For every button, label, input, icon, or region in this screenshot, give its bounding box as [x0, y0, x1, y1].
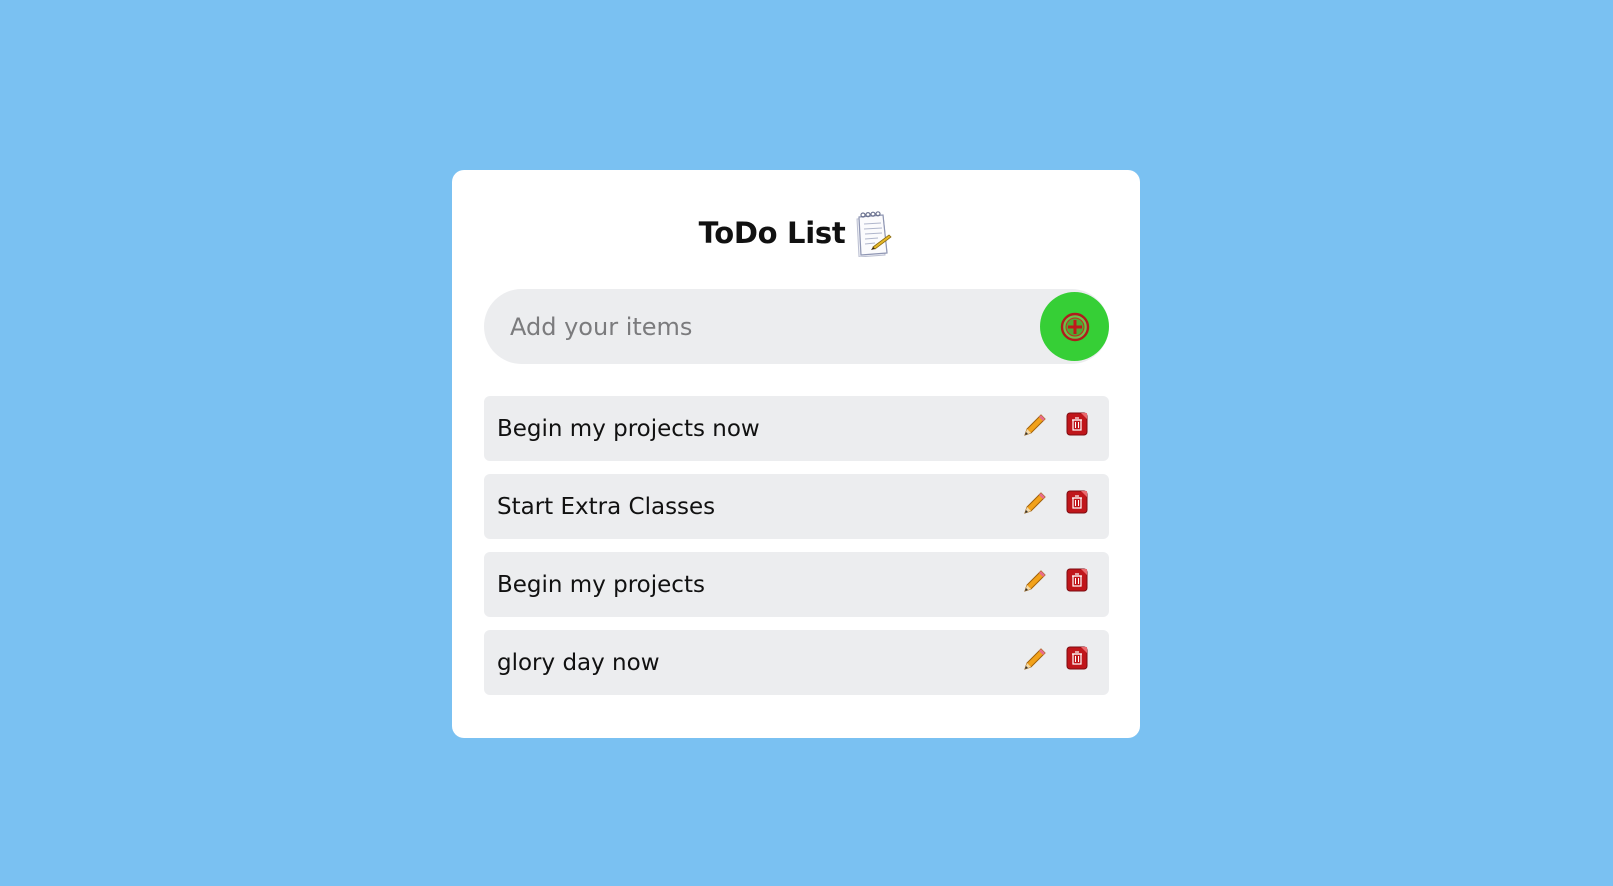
delete-button[interactable]: [1064, 488, 1090, 516]
add-circle-icon: [1060, 312, 1090, 342]
edit-button[interactable]: [1020, 412, 1048, 440]
trash-icon: [1065, 567, 1089, 593]
item-label: glory day now: [497, 649, 660, 676]
trash-icon: [1065, 645, 1089, 671]
delete-button[interactable]: [1064, 410, 1090, 438]
pencil-icon: [1021, 413, 1047, 439]
edit-button[interactable]: [1020, 568, 1048, 596]
page-title: ToDo List: [698, 216, 846, 250]
pencil-icon: [1021, 491, 1047, 517]
trash-icon: [1065, 411, 1089, 437]
delete-button[interactable]: [1064, 566, 1090, 594]
add-item-bar: [484, 289, 1109, 364]
add-item-button[interactable]: [1040, 292, 1109, 361]
list-item: glory day now: [484, 630, 1109, 695]
item-label: Start Extra Classes: [497, 493, 716, 520]
pencil-icon: [1021, 647, 1047, 673]
list-item: Begin my projects: [484, 552, 1109, 617]
delete-button[interactable]: [1064, 644, 1090, 672]
list-item: Begin my projects now: [484, 396, 1109, 461]
header: ToDo List: [452, 208, 1140, 258]
notepad-icon: [853, 209, 893, 258]
edit-button[interactable]: [1020, 646, 1048, 674]
list-item: Start Extra Classes: [484, 474, 1109, 539]
edit-button[interactable]: [1020, 490, 1048, 518]
add-item-input[interactable]: [510, 289, 1030, 364]
item-label: Begin my projects now: [497, 415, 760, 442]
pencil-icon: [1021, 569, 1047, 595]
item-label: Begin my projects: [497, 571, 705, 598]
trash-icon: [1065, 489, 1089, 515]
todo-card: ToDo List Add your items Begin my projec…: [452, 170, 1140, 738]
todo-list: Begin my projects now Start Extra Classe…: [484, 396, 1109, 695]
